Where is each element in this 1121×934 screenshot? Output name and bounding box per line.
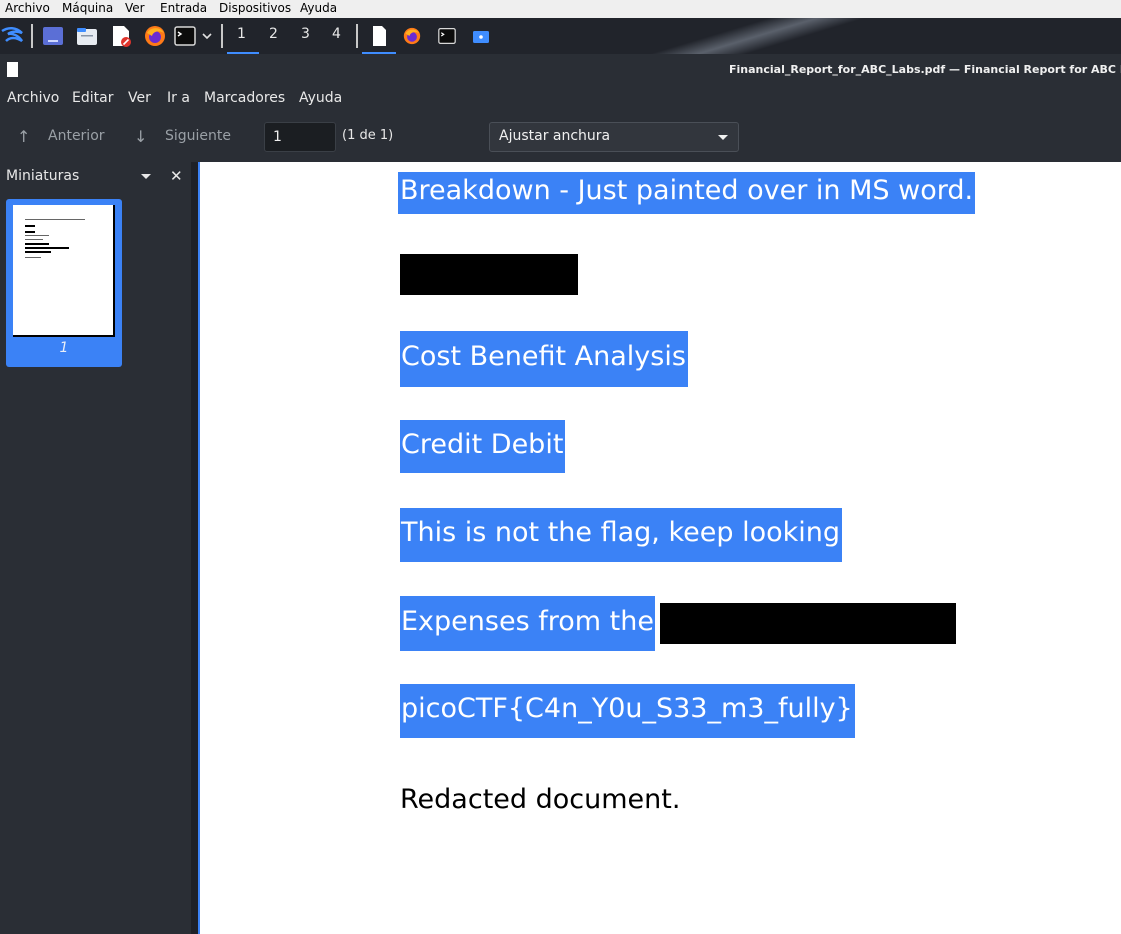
vbox-menu-archivo[interactable]: Archivo [5, 1, 50, 15]
kali-menu-icon[interactable] [0, 23, 26, 49]
sidebar-header: Miniaturas ✕ [0, 162, 191, 190]
sidebar-splitter[interactable] [191, 162, 198, 934]
doc-line-cost-benefit: Cost Benefit Analysis [400, 331, 688, 387]
page-thumbnail[interactable]: 1 [6, 199, 122, 367]
caret-down-icon [718, 135, 728, 140]
doc-line-credit-debit: Credit Debit [400, 420, 566, 473]
doc-line-breakdown: Breakdown - Just painted over in MS word… [398, 172, 976, 214]
panel-separator [221, 24, 223, 48]
wallpaper-streak [597, 18, 905, 54]
folder-window-icon[interactable] [473, 29, 489, 43]
panel-separator [31, 24, 33, 48]
taskbar-panel: 1 2 3 4 [0, 18, 1121, 54]
file-manager-icon[interactable] [76, 25, 98, 47]
sidebar-close-icon[interactable]: ✕ [170, 167, 183, 185]
terminal-icon[interactable] [174, 25, 196, 47]
show-desktop-icon[interactable] [42, 25, 64, 47]
menu-marcadores[interactable]: Marcadores [204, 90, 285, 106]
vbox-menu-entrada[interactable]: Entrada [160, 1, 207, 15]
main-toolbar: ↑ Anterior ↓ Siguiente (1 de 1) Ajustar … [0, 112, 1121, 162]
vbox-menubar: Archivo Máquina Ver Entrada Dispositivos… [0, 0, 1121, 18]
doc-line-flag: picoCTF{C4n_Y0u_S33_m3_fully} [400, 684, 855, 738]
page-number-input[interactable] [264, 122, 336, 152]
next-page-button[interactable]: Siguiente [165, 128, 231, 144]
window-title: Financial_Report_for_ABC_Labs.pdf — Fina… [729, 63, 1121, 76]
redaction-bar [400, 254, 578, 295]
vbox-menu-ayuda[interactable]: Ayuda [300, 1, 337, 15]
thumbnails-sidebar: Miniaturas ✕ 1 [0, 162, 191, 934]
doc-line-not-the-flag: This is not the flag, keep looking [400, 508, 843, 562]
doc-line-expenses: Expenses from the [400, 596, 655, 651]
zoom-select[interactable]: Ajustar anchura [489, 122, 739, 152]
doc-line-redacted-document: Redacted document. [400, 784, 681, 815]
redaction-bar [660, 603, 956, 644]
workspace-2[interactable]: 2 [269, 26, 278, 42]
terminal-window-icon[interactable] [438, 27, 456, 45]
vbox-menu-maquina[interactable]: Máquina [62, 1, 113, 15]
thumbnail-preview [13, 205, 115, 337]
firefox-window-icon[interactable] [403, 27, 421, 45]
document-page[interactable]: Breakdown - Just painted over in MS word… [198, 162, 1121, 934]
menu-ayuda[interactable]: Ayuda [299, 90, 342, 106]
arrow-up-icon[interactable]: ↑ [17, 127, 30, 146]
zoom-value: Ajustar anchura [499, 128, 611, 144]
vbox-menu-ver[interactable]: Ver [125, 1, 145, 15]
text-editor-icon[interactable] [110, 25, 132, 47]
okular-window-icon[interactable] [368, 25, 390, 47]
app-menubar: Archivo Editar Ver Ir a Marcadores Ayuda [0, 86, 1121, 112]
menu-editar[interactable]: Editar [72, 90, 113, 106]
menu-ir-a[interactable]: Ir a [167, 90, 190, 106]
chevron-down-icon[interactable] [201, 30, 213, 42]
firefox-icon[interactable] [144, 25, 166, 47]
workspace-1[interactable]: 1 [237, 26, 246, 42]
workspace-4[interactable]: 4 [332, 26, 341, 42]
thumbnail-page-number: 1 [59, 340, 69, 356]
previous-page-button[interactable]: Anterior [48, 128, 105, 144]
window-titlebar[interactable]: Financial_Report_for_ABC_Labs.pdf — Fina… [0, 54, 1121, 86]
page-count-label: (1 de 1) [342, 128, 394, 143]
arrow-down-icon[interactable]: ↓ [134, 127, 147, 146]
menu-ver[interactable]: Ver [128, 90, 151, 106]
workspace-3[interactable]: 3 [301, 26, 310, 42]
panel-separator [356, 24, 358, 48]
vbox-menu-dispositivos[interactable]: Dispositivos [219, 1, 291, 15]
menu-archivo[interactable]: Archivo [7, 90, 59, 106]
okular-app-icon [7, 62, 18, 77]
sidebar-dropdown-icon[interactable] [141, 174, 151, 179]
sidebar-title: Miniaturas [6, 168, 80, 184]
